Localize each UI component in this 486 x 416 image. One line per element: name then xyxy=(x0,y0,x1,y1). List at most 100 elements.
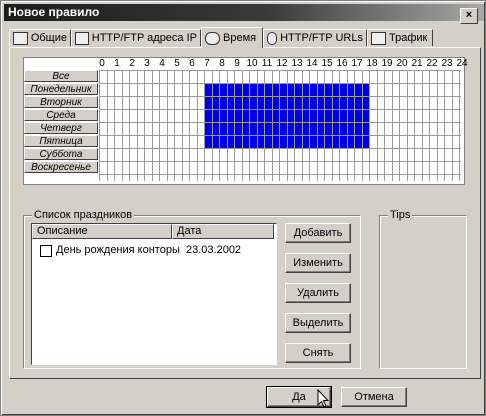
day-label[interactable]: Вторник xyxy=(24,96,98,108)
grid-line xyxy=(204,70,205,181)
grid-line xyxy=(136,70,138,181)
clock-icon xyxy=(205,31,220,45)
globe-icon xyxy=(267,31,278,45)
hour-label: 16 xyxy=(336,58,348,69)
holiday-date: 23.03.2002 xyxy=(186,244,242,256)
hour-label: 1 xyxy=(114,58,120,69)
grid-line xyxy=(346,70,348,181)
tips-group: Tips xyxy=(379,209,467,369)
grid-line xyxy=(249,70,250,181)
hour-label: 7 xyxy=(204,58,210,69)
grid-line xyxy=(121,70,123,181)
day-label[interactable]: Все xyxy=(24,70,98,82)
hour-header: 0 1 2 3 4 5 6 7 8 9 10 11 12 13 14 15 16 17 18 19 20 21 22 23 24 xyxy=(94,58,474,70)
tab-general[interactable]: Общие xyxy=(9,29,71,46)
dialog-window: Новое правило × Общие HTTP/FTP адреса IP… xyxy=(0,0,486,416)
hour-label: 19 xyxy=(381,58,393,69)
grid-line xyxy=(106,70,108,181)
grid-line xyxy=(189,70,190,181)
grid-line xyxy=(99,174,461,175)
day-column: Все Понедельник Вторник Среда Четверг Пятница… xyxy=(24,70,98,174)
edit-button[interactable]: Изменить xyxy=(285,253,351,273)
hour-label: 9 xyxy=(234,58,240,69)
grid-line xyxy=(99,161,461,162)
grid-line xyxy=(294,70,295,181)
hour-label: 17 xyxy=(351,58,363,69)
grid-line xyxy=(414,70,415,181)
grid-line xyxy=(301,70,303,181)
grid-line xyxy=(166,70,168,181)
grid-line xyxy=(316,70,318,181)
select-all-button[interactable]: Выделить xyxy=(285,313,351,333)
grid-line xyxy=(264,70,265,181)
tab-label: Общие xyxy=(30,32,67,44)
list-item[interactable]: День рождения конторы 23.03.2002 xyxy=(36,242,274,258)
hour-label: 0 xyxy=(99,58,105,69)
hour-label: 12 xyxy=(276,58,288,69)
grid-line xyxy=(114,70,115,181)
tab-label: Время xyxy=(223,32,257,44)
grid-line xyxy=(99,122,461,123)
holidays-list[interactable]: Описание Дата День рождения конторы 23.0… xyxy=(31,223,277,365)
holiday-checkbox[interactable] xyxy=(40,245,52,257)
day-label[interactable]: Пятница xyxy=(24,135,98,147)
grid-line xyxy=(181,70,183,181)
day-label[interactable]: Понедельник xyxy=(24,83,98,95)
add-button[interactable]: Добавить xyxy=(285,223,351,243)
hour-label: 23 xyxy=(441,58,453,69)
hour-label: 20 xyxy=(396,58,408,69)
hour-label: 15 xyxy=(321,58,333,69)
general-icon xyxy=(13,31,28,45)
grid-line xyxy=(369,70,370,181)
grid-line xyxy=(309,70,310,181)
tab-traffic[interactable]: Трафик xyxy=(367,29,433,46)
tab-time[interactable]: Время xyxy=(201,27,263,48)
grid-line xyxy=(354,70,355,181)
grid-line xyxy=(361,70,363,181)
grid-line xyxy=(99,70,100,181)
hour-label: 21 xyxy=(411,58,423,69)
grid-line xyxy=(174,70,175,181)
column-header-date[interactable]: Дата xyxy=(172,224,274,239)
grid-line xyxy=(211,70,213,181)
schedule-cells[interactable] xyxy=(99,70,461,181)
grid-line xyxy=(219,70,220,181)
grid-line xyxy=(144,70,145,181)
hour-label: 3 xyxy=(144,58,150,69)
title-bar: Новое правило × xyxy=(4,4,484,24)
close-button[interactable]: × xyxy=(460,8,478,24)
grid-line xyxy=(324,70,325,181)
deselect-button[interactable]: Снять xyxy=(285,343,351,363)
grid-line xyxy=(436,70,438,181)
grid-line xyxy=(99,83,461,84)
grid-line xyxy=(286,70,288,181)
hour-label: 2 xyxy=(129,58,135,69)
grid-line xyxy=(444,70,445,181)
grid-line xyxy=(256,70,258,181)
day-label[interactable]: Суббота xyxy=(24,148,98,160)
hour-label: 8 xyxy=(219,58,225,69)
cancel-button[interactable]: Отмена xyxy=(341,387,407,407)
hour-label: 10 xyxy=(246,58,258,69)
grid-line xyxy=(459,70,460,181)
tab-urls[interactable]: HTTP/FTP URLs xyxy=(263,29,367,46)
grid-line xyxy=(429,70,430,181)
window-title: Новое правило xyxy=(8,5,100,19)
grid-line xyxy=(99,70,461,71)
grid-line xyxy=(226,70,228,181)
day-label[interactable]: Четверг xyxy=(24,122,98,134)
grid-line xyxy=(331,70,333,181)
day-label[interactable]: Среда xyxy=(24,109,98,121)
grid-line xyxy=(196,70,198,181)
tips-group-label: Tips xyxy=(388,209,413,221)
mouse-cursor-icon xyxy=(317,389,329,408)
tab-ip-addresses[interactable]: HTTP/FTP адреса IP xyxy=(71,29,201,46)
hour-label: 14 xyxy=(306,58,318,69)
grid-line xyxy=(99,135,461,136)
delete-button[interactable]: Удалить xyxy=(285,283,351,303)
day-label[interactable]: Воскресенье xyxy=(24,161,98,173)
traffic-icon xyxy=(371,31,386,45)
hour-label: 6 xyxy=(189,58,195,69)
column-header-description[interactable]: Описание xyxy=(32,224,172,239)
tab-label: Трафик xyxy=(389,32,428,44)
